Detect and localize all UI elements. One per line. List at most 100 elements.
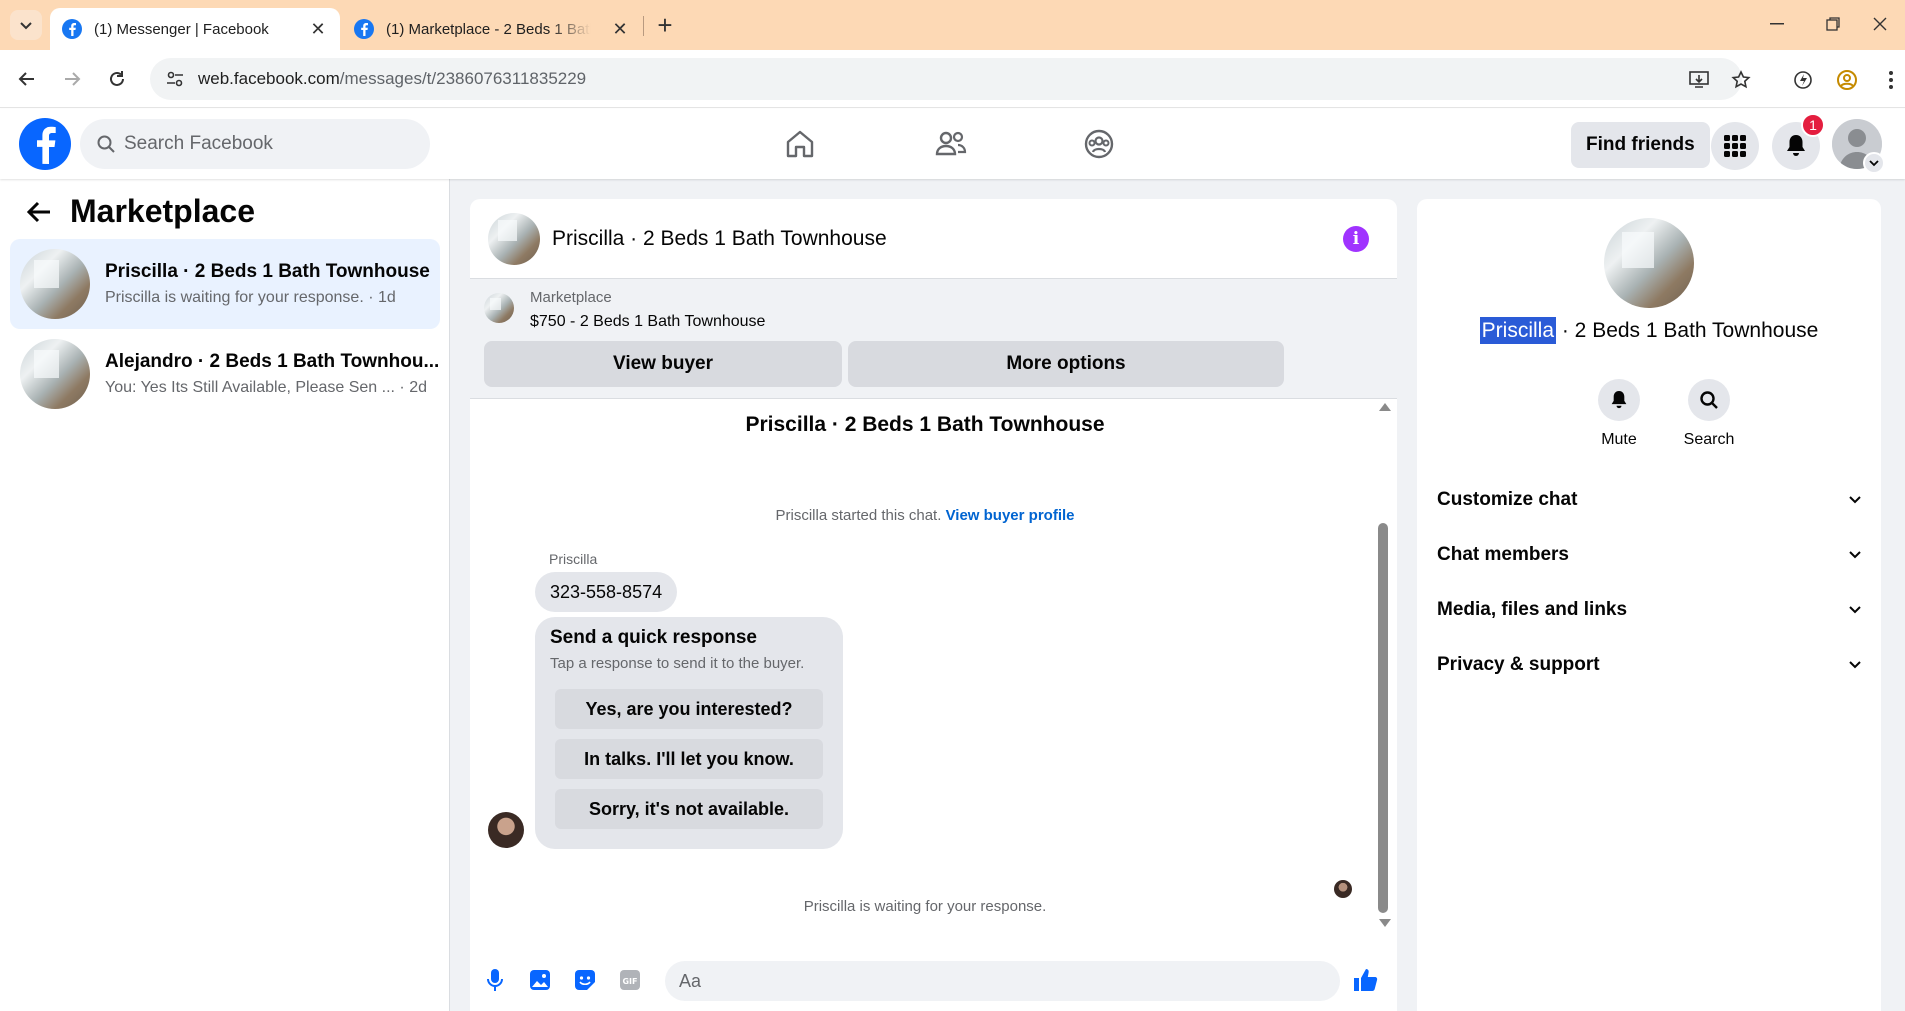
reload-button[interactable] [102,64,132,94]
tab-title: (1) Marketplace - 2 Beds 1 Bath [386,20,591,38]
chevron-down-icon [1849,496,1861,504]
chevron-down-icon [1849,551,1861,559]
quick-response-button[interactable]: Sorry, it's not available. [555,789,823,829]
listing-thumbnail [20,249,90,319]
started-text: Priscilla started this chat. [775,507,942,524]
media-files-links-row[interactable]: Media, files and links [1437,590,1861,630]
thumbs-up-icon[interactable] [1350,965,1380,995]
chat-members-row[interactable]: Chat members [1437,535,1861,575]
info-icon[interactable]: i [1343,226,1369,252]
menu-button[interactable] [1711,122,1759,170]
quick-response-button[interactable]: In talks. I'll let you know. [555,739,823,779]
friends-icon [935,131,967,156]
chevron-down-icon [20,22,32,30]
scroll-up-arrow-icon[interactable] [1379,403,1391,411]
sender-avatar[interactable] [488,812,524,848]
seen-indicator-avatar [1334,880,1352,898]
message-bubble[interactable]: 323-558-8574 [535,572,678,612]
quick-response-button[interactable]: Yes, are you interested? [555,689,823,729]
browser-menu-icon[interactable] [1878,67,1904,93]
install-app-icon[interactable] [1686,67,1712,93]
section-label: Chat members [1437,544,1569,565]
find-friends-button[interactable]: Find friends [1571,122,1710,168]
chat-avatar[interactable] [488,212,540,265]
tab-messenger[interactable]: (1) Messenger | Facebook ✕ [50,8,340,50]
quick-response-subtitle: Tap a response to send it to the buyer. [550,655,805,672]
back-button[interactable] [12,64,42,94]
close-window-button[interactable] [1857,8,1903,40]
nav-home[interactable] [745,119,855,169]
conversation-item[interactable]: Alejandro · 2 Beds 1 Bath Townhou... You… [10,329,440,419]
svg-text:GIF: GIF [622,977,637,986]
facebook-header: Find friends [0,109,1905,179]
listing-price[interactable]: $750 - 2 Beds 1 Bath Townhouse [530,313,765,331]
new-tab-button[interactable]: + [650,10,680,40]
conversation-item[interactable]: Priscilla · 2 Beds 1 Bath Townhouse Pris… [10,239,440,329]
section-label: Media, files and links [1437,599,1628,620]
search-conversation-button[interactable]: Search [1674,379,1744,449]
bookmark-star-icon[interactable] [1728,67,1754,93]
banner-label: Marketplace [530,289,612,306]
search-label: Search [1683,431,1735,448]
profile-icon[interactable] [1834,67,1860,93]
facebook-favicon-icon [354,19,374,39]
site-info-icon[interactable] [162,66,188,92]
sender-name: Priscilla [549,551,598,567]
details-title: Priscilla · 2 Beds 1 Bath Townhouse [1417,317,1881,344]
grid-menu-icon [1724,135,1746,157]
back-arrow-icon[interactable] [24,197,54,227]
forward-button[interactable] [57,64,87,94]
minimize-button[interactable] [1754,8,1800,40]
nav-groups[interactable] [1044,119,1154,169]
scrollbar-thumb[interactable] [1378,523,1388,913]
bell-icon [1787,135,1805,156]
view-buyer-button[interactable]: View buyer [484,341,842,387]
listing-avatar[interactable] [1604,218,1694,308]
facebook-logo-icon[interactable] [19,118,71,170]
chat-started-notice: Priscilla started this chat. View buyer … [470,507,1380,524]
chat-header: Priscilla · 2 Beds 1 Bath Townhouse i [470,199,1397,279]
message-input[interactable] [679,970,1279,992]
message-composer: GIF [470,951,1397,1011]
nav-friends[interactable] [896,119,1006,169]
section-label: Customize chat [1437,489,1578,510]
chat-details-panel: Priscilla · 2 Beds 1 Bath Townhouse Mute… [1417,199,1881,1011]
conversation-name: Alejandro · 2 Beds 1 Bath Townhou... [105,351,440,372]
restore-button[interactable] [1810,8,1856,40]
main-area: Marketplace Priscilla · 2 Beds 1 Bath To… [0,179,1905,1011]
close-tab-icon[interactable]: ✕ [610,19,630,40]
gif-icon[interactable]: GIF [615,965,645,995]
more-options-button[interactable]: More options [848,341,1284,387]
scrollbar[interactable] [1376,399,1394,931]
facebook-favicon-icon [62,19,82,39]
chevron-down-icon [1849,606,1861,614]
panel-title: Marketplace [70,193,255,229]
scroll-down-arrow-icon[interactable] [1379,919,1391,927]
facebook-search-box[interactable] [80,119,430,169]
omnibox[interactable]: web.facebook.com/messages/t/238607631183… [150,58,1742,100]
privacy-support-row[interactable]: Privacy & support [1437,645,1861,685]
close-tab-icon[interactable]: ✕ [308,19,328,40]
listing-thumbnail [20,339,90,409]
listing-thumbnail [484,293,514,323]
home-icon [786,130,814,158]
performance-icon[interactable] [1790,67,1816,93]
microphone-icon[interactable] [480,965,510,995]
tab-separator [643,16,644,36]
tab-search-button[interactable] [10,10,42,40]
customize-chat-row[interactable]: Customize chat [1437,480,1861,520]
chat-panel: Priscilla · 2 Beds 1 Bath Townhouse i Ma… [470,199,1397,1011]
thread-title: Priscilla · 2 Beds 1 Bath Townhouse [745,413,1105,436]
view-buyer-profile-link[interactable]: View buyer profile [946,507,1075,524]
search-input[interactable] [124,133,404,155]
mute-button[interactable]: Mute [1584,379,1654,449]
account-chevron-icon[interactable] [1863,152,1885,174]
message-input-box[interactable] [665,961,1340,1001]
chat-header-name[interactable]: Priscilla · 2 Beds 1 Bath Townhouse [552,227,887,251]
groups-icon [1084,129,1114,159]
tab-marketplace[interactable]: (1) Marketplace - 2 Beds 1 Bath ✕ [342,8,642,50]
photo-icon[interactable] [525,965,555,995]
search-icon [1688,379,1730,421]
sticker-icon[interactable] [570,965,600,995]
panel-header: Marketplace [24,193,255,230]
